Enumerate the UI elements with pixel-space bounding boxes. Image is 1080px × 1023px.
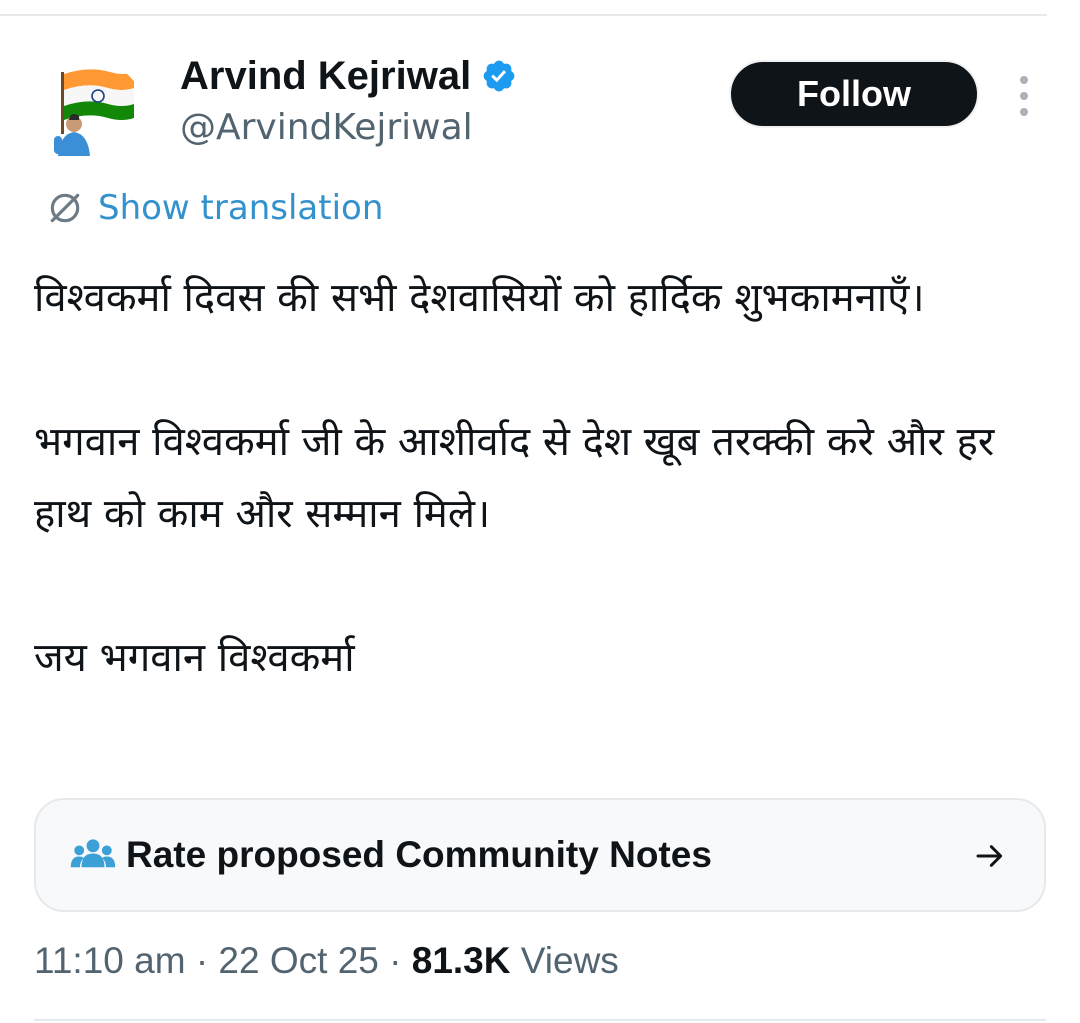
show-translation-link[interactable]: Show translation: [46, 186, 383, 230]
rate-community-notes-card[interactable]: Rate proposed Community Notes: [34, 798, 1046, 912]
follow-button[interactable]: Follow: [729, 60, 979, 128]
views-count[interactable]: 81.3K: [412, 940, 511, 981]
tweet-paragraph: भगवान विश्वकर्मा जी के आशीर्वाद से देश ख…: [34, 419, 995, 537]
tweet-text: विश्वकर्मा दिवस की सभी देशवासियों को हार…: [34, 262, 1034, 694]
community-notes-label: Rate proposed Community Notes: [126, 834, 712, 875]
bottom-divider: [34, 1019, 1046, 1021]
globe-slash-icon: [50, 193, 80, 223]
author-handle[interactable]: @ArvindKejriwal: [180, 106, 473, 150]
people-icon: [70, 839, 116, 868]
avatar-image: [34, 60, 146, 172]
author-name-row[interactable]: Arvind Kejriwal: [180, 52, 517, 100]
author-display-name[interactable]: Arvind Kejriwal: [180, 52, 471, 100]
meta-separator: ·: [389, 940, 402, 981]
more-vertical-icon[interactable]: [1012, 76, 1036, 116]
more-dot: [1020, 76, 1028, 84]
top-divider: [0, 14, 1047, 16]
tweet-paragraph: विश्वकर्मा दिवस की सभी देशवासियों को हार…: [34, 275, 925, 321]
tweet-time[interactable]: 11:10 am: [34, 940, 186, 981]
meta-separator: ·: [195, 940, 209, 981]
views-label[interactable]: Views: [521, 940, 619, 981]
tweet-date[interactable]: 22 Oct 25: [218, 940, 378, 981]
show-translation-label: Show translation: [98, 188, 384, 228]
tweet-meta: 11:10 am · 22 Oct 25 · 81.3K Views: [34, 938, 619, 984]
more-dot: [1020, 108, 1028, 116]
verified-badge-icon: [483, 60, 515, 92]
arrow-right-icon[interactable]: [974, 840, 1006, 872]
tweet-paragraph: जय भगवान विश्वकर्मा: [34, 635, 355, 681]
avatar[interactable]: [34, 60, 146, 172]
more-dot: [1020, 92, 1028, 100]
